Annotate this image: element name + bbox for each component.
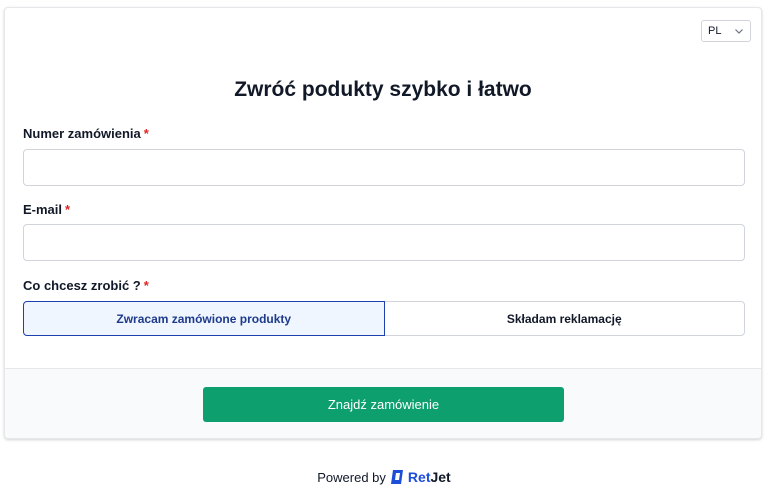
order-number-label-text: Numer zamówienia [23, 126, 141, 141]
chevron-down-icon [735, 29, 743, 34]
action-label-text: Co chcesz zrobić ? [23, 278, 141, 293]
brand-jet: Jet [430, 469, 451, 485]
email-label: E-mail * [23, 202, 70, 217]
required-mark: * [143, 278, 149, 293]
order-number-input[interactable] [23, 149, 745, 186]
action-toggle: Zwracam zamówione produkty Składam rekla… [23, 301, 745, 336]
retjet-logo[interactable]: RetJet [390, 468, 451, 486]
find-order-button[interactable]: Znajdź zamówienie [203, 387, 564, 422]
retjet-logo-icon [390, 470, 403, 484]
page-title: Zwróć podukty szybko i łatwo [234, 78, 532, 101]
return-form-card: PL Zwróć podukty szybko i łatwo Numer za… [4, 7, 762, 439]
action-label: Co chcesz zrobić ? * [23, 278, 149, 293]
language-select[interactable]: PL [701, 20, 751, 42]
brand-ret: Ret [407, 469, 431, 485]
required-mark: * [143, 126, 149, 141]
email-label-text: E-mail [23, 202, 63, 217]
card-footer: Znajdź zamówienie [5, 368, 761, 438]
language-select-value: PL [708, 25, 722, 37]
powered-by: Powered by RetJet [0, 468, 768, 486]
retjet-brand: RetJet [408, 469, 451, 485]
email-input[interactable] [23, 224, 745, 261]
complaint-option[interactable]: Składam reklamację [384, 301, 745, 336]
powered-by-text: Powered by [317, 469, 386, 485]
order-number-label: Numer zamówienia * [23, 126, 149, 141]
required-mark: * [65, 202, 71, 217]
return-products-option[interactable]: Zwracam zamówione produkty [23, 301, 385, 336]
